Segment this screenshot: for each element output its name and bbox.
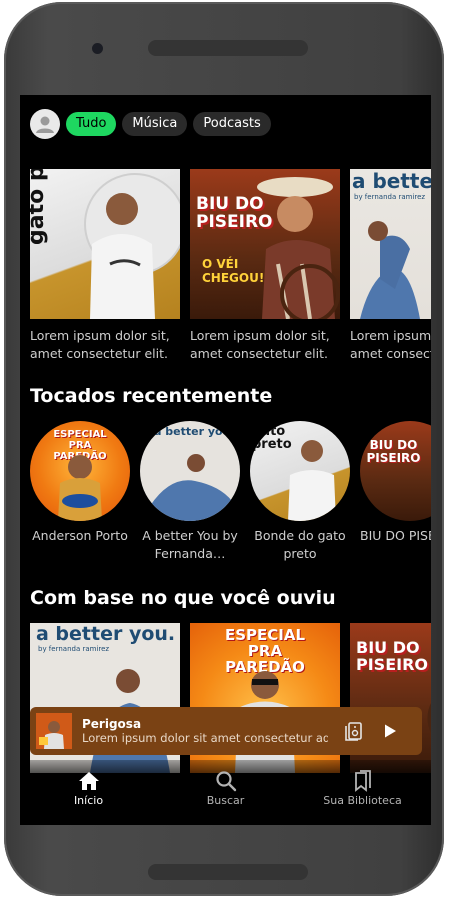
based-on-title: Com base no que você ouviu — [30, 587, 336, 609]
recent-item-label: BIU DO PISEIRO 2024 ATU… — [360, 528, 431, 543]
recent-item[interactable]: gato preto Bonde do gato preto — [250, 421, 350, 563]
user-icon — [36, 116, 54, 133]
recently-played-title: Tocados recentemente — [30, 385, 273, 407]
bottom-speaker — [148, 864, 308, 880]
recent-item[interactable]: ESPECIAL PRA PAREDÃO Anderson Porto — [30, 421, 130, 563]
search-icon — [215, 771, 236, 792]
devices-icon — [345, 722, 362, 741]
recent-cover: ESPECIAL PRA PAREDÃO — [30, 421, 130, 521]
card-description-line1: Lorem ipsum dolor sit, — [350, 328, 431, 343]
card-description-line2: amet consectetur elit. — [190, 346, 328, 361]
nav-library-label: Sua Biblioteca — [323, 794, 402, 807]
cover-subtitle: by fernanda ramirez — [354, 193, 426, 201]
album-cover: gato preto — [30, 169, 180, 319]
nav-library[interactable]: Sua Biblioteca — [308, 770, 418, 807]
home-icon — [78, 772, 99, 790]
card-description-line2: amet consectetur elit. — [30, 346, 168, 361]
card-description-line2: amet consectetur elit. — [350, 346, 431, 361]
nav-home-label: Início — [73, 794, 104, 807]
cover-title: a better — [352, 169, 431, 193]
recent-item-label: A better You by Fernanda… — [142, 528, 238, 561]
app-screen: Tudo Música Podcasts gato preto Lorem ip… — [20, 95, 431, 825]
library-icon — [354, 770, 371, 792]
top-cards-row: gato preto Lorem ipsum dolor sit, amet c… — [30, 169, 431, 363]
recent-item-label: Anderson Porto — [32, 528, 128, 543]
now-playing-info: Perigosa Lorem ipsum dolor sit amet cons… — [82, 717, 328, 745]
filter-bar: Tudo Música Podcasts — [30, 109, 271, 139]
nav-search[interactable]: Buscar — [171, 770, 281, 807]
cover-title: BIU DO PISEIRO — [366, 438, 421, 465]
recent-cover: gato preto — [250, 421, 350, 521]
cover-title: gato preto — [30, 169, 49, 245]
bottom-navigation: Início Buscar Sua Biblioteca — [20, 760, 431, 825]
recent-cover: a better you — [140, 421, 240, 521]
filter-chip-musica[interactable]: Música — [122, 112, 188, 136]
filter-chip-tudo[interactable]: Tudo — [66, 112, 117, 136]
album-cover: BIU DO PISEIRO O VÉI CHEGOU! — [190, 169, 340, 319]
recent-item-label: Bonde do gato preto — [254, 528, 346, 561]
recent-item[interactable]: BIU DO PISEIRO BIU DO PISEIRO 2024 ATU… — [360, 421, 431, 563]
album-card[interactable]: a better by fernanda ramirez Lorem ipsum… — [350, 169, 431, 363]
cover-title: BIU DO PISEIRO — [196, 194, 273, 232]
profile-avatar[interactable] — [30, 109, 60, 139]
now-playing-subtitle: Lorem ipsum dolor sit amet consectetur a… — [82, 731, 328, 745]
front-camera — [92, 43, 103, 54]
album-card[interactable]: BIU DO PISEIRO O VÉI CHEGOU! Lorem ipsum… — [190, 169, 340, 363]
now-playing-cover — [36, 713, 72, 749]
cover-subtitle: O VÉI CHEGOU! — [202, 257, 265, 285]
card-description-line1: Lorem ipsum dolor sit, — [190, 328, 330, 343]
filter-chip-podcasts[interactable]: Podcasts — [193, 112, 271, 136]
earpiece-speaker — [148, 40, 308, 56]
connect-device-button[interactable] — [340, 717, 368, 745]
recent-item[interactable]: a better you A better You by Fernanda… — [140, 421, 240, 563]
nav-home[interactable]: Início — [34, 770, 144, 807]
card-description-line1: Lorem ipsum dolor sit, — [30, 328, 170, 343]
recent-cover: BIU DO PISEIRO — [360, 421, 431, 521]
recently-played-row: ESPECIAL PRA PAREDÃO Anderson Porto a be… — [30, 421, 431, 563]
play-icon — [385, 724, 396, 738]
now-playing-bar[interactable]: Perigosa Lorem ipsum dolor sit amet cons… — [30, 707, 422, 755]
nav-search-label: Buscar — [206, 794, 245, 807]
album-cover: a better by fernanda ramirez — [350, 169, 431, 319]
album-card[interactable]: gato preto Lorem ipsum dolor sit, amet c… — [30, 169, 180, 363]
now-playing-title: Perigosa — [82, 717, 142, 731]
play-button[interactable] — [376, 717, 404, 745]
